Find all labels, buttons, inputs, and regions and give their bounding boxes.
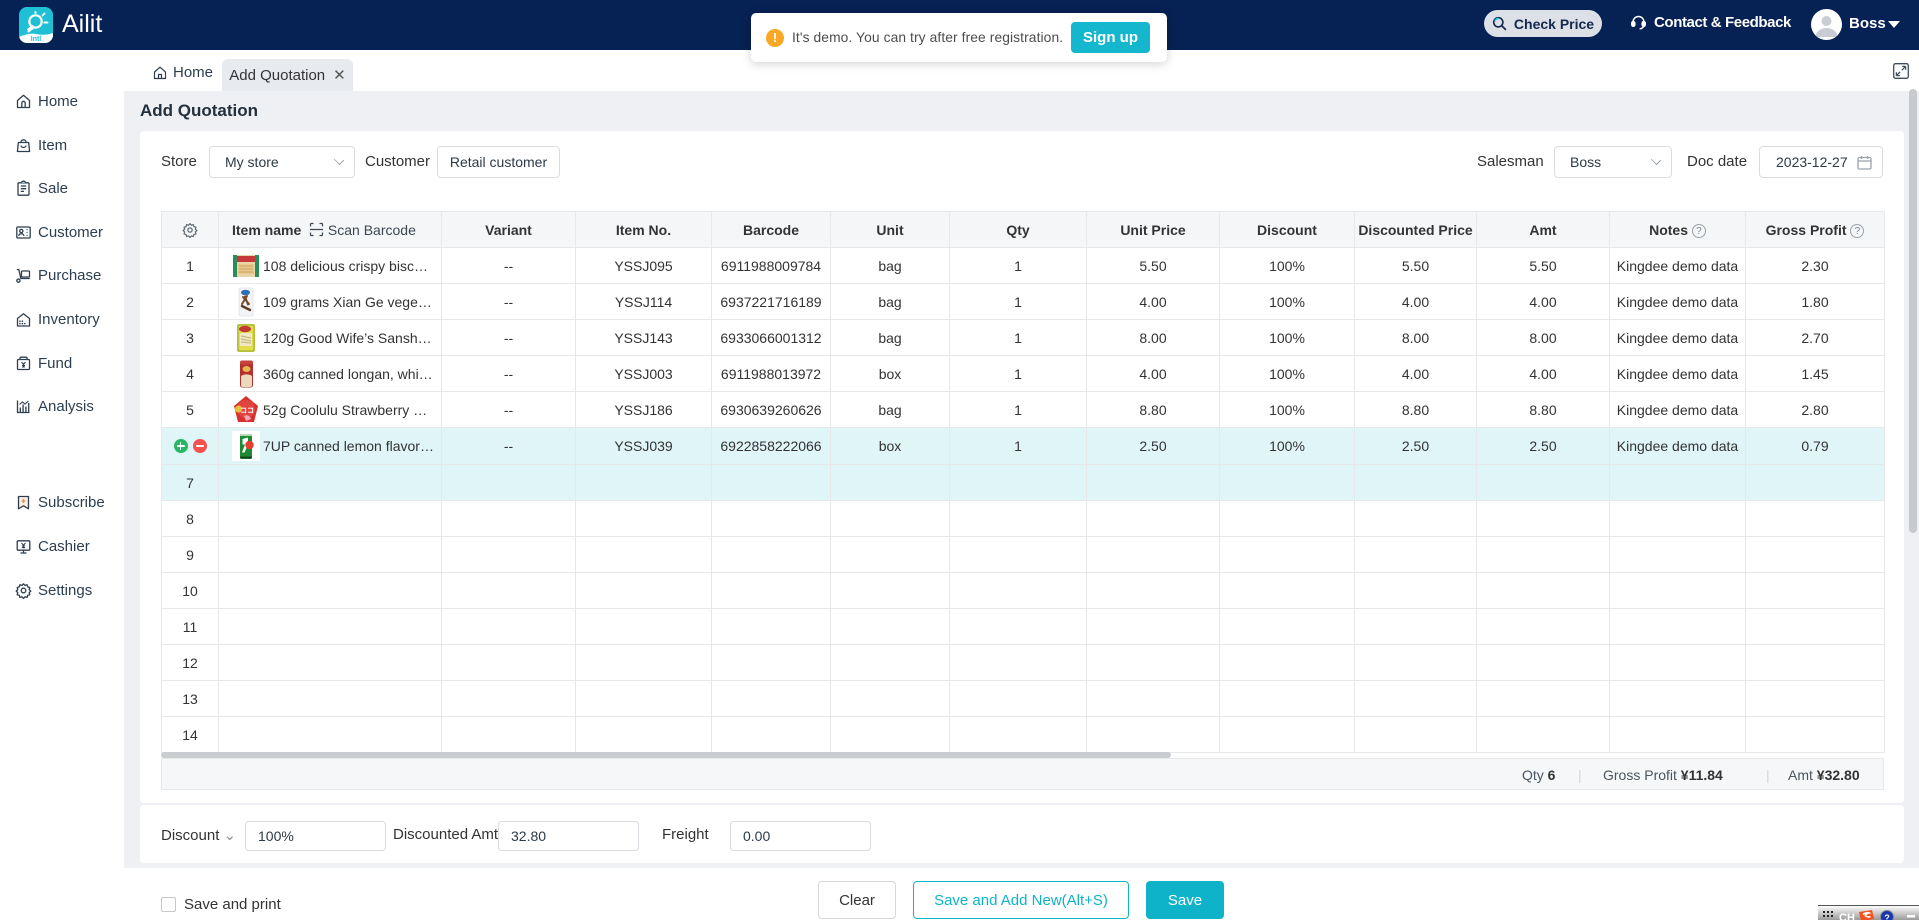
- svg-text:ココ: ココ: [240, 407, 254, 415]
- svg-text:?: ?: [1884, 913, 1890, 920]
- svg-text:CH: CH: [1839, 912, 1855, 920]
- svg-text:Intl: Intl: [31, 36, 42, 43]
